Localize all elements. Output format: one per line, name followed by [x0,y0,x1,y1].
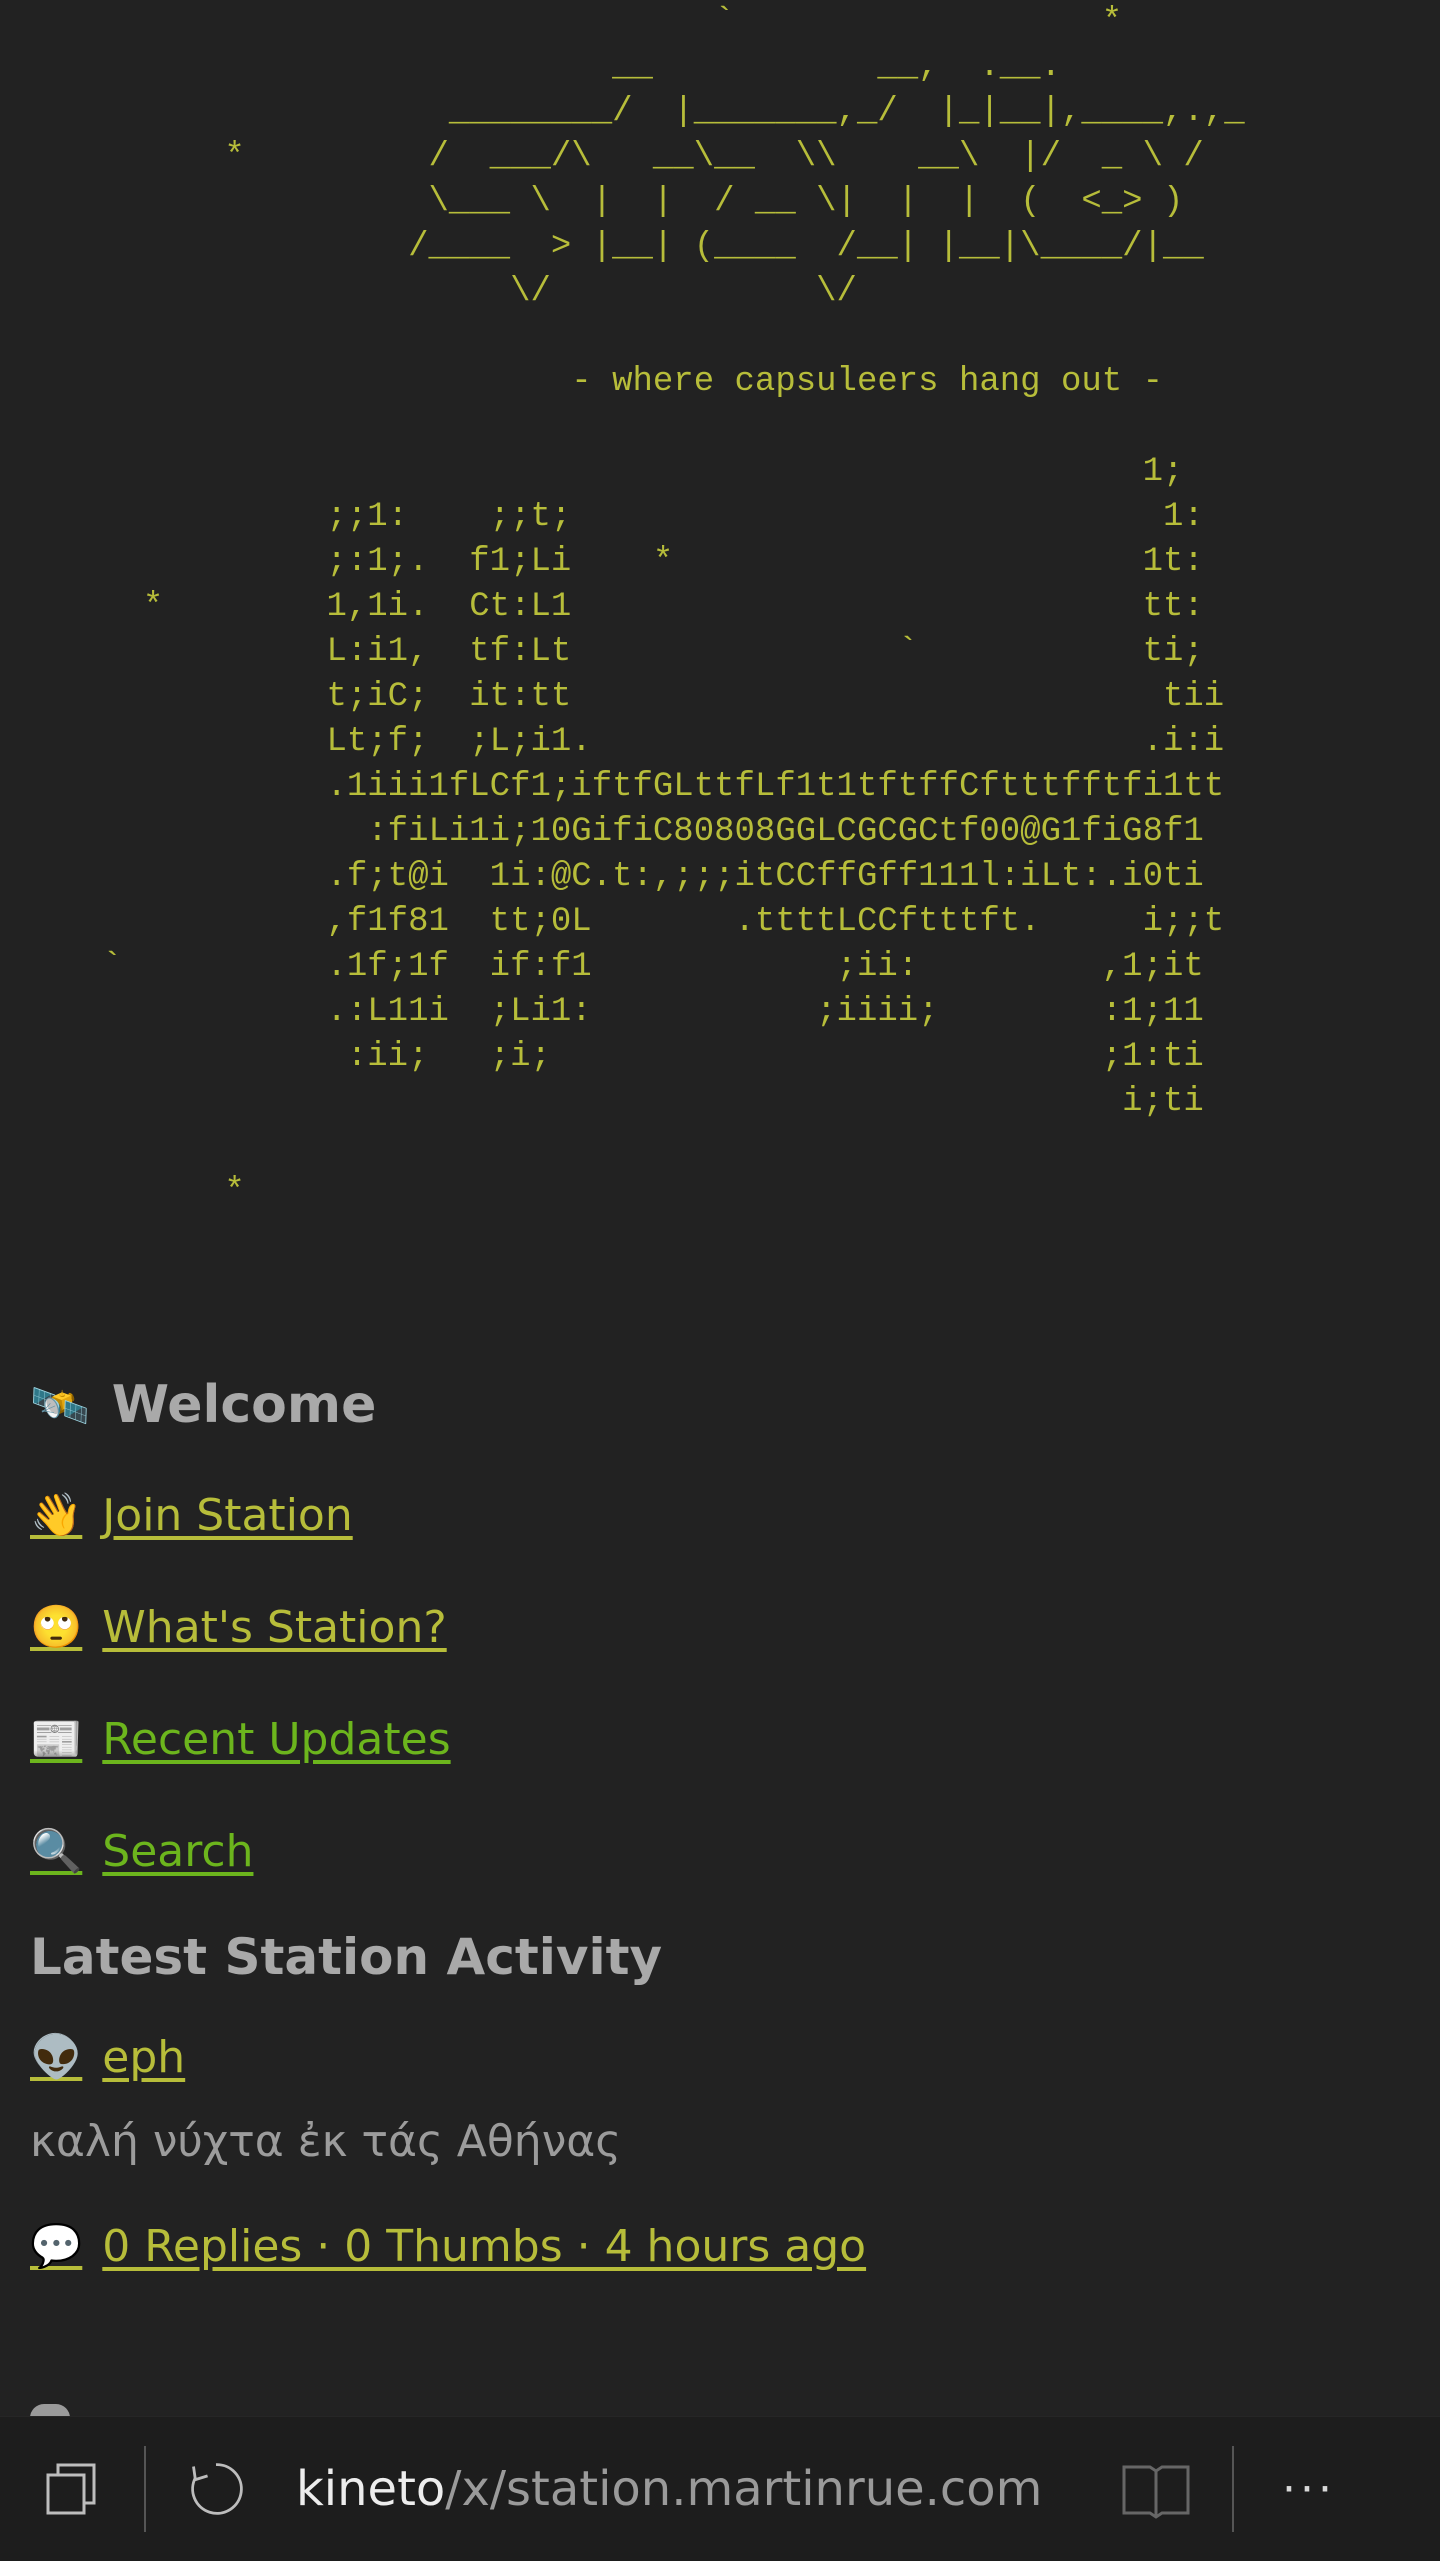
newspaper-icon: 📰 [30,1714,83,1763]
welcome-heading: 🛰️ Welcome [30,1360,1410,1450]
whats-station-label: What's Station? [102,1601,447,1653]
bar-divider-2 [1232,2446,1234,2532]
welcome-title: Welcome [111,1375,377,1435]
post-text: καλή νύχτα ἐκ τάς Αθήνας [30,2116,622,2167]
magnifying-glass-icon: 🔍 [30,1826,83,1875]
alien-icon: 👽 [30,2032,83,2081]
ascii-art-banner: ` * __ __, .__. ________/ |_______,_/ |_… [0,0,1440,1290]
rolling-eyes-face-icon: 🙄 [30,1602,83,1651]
post-meta: 0 Replies · 0 Thumbs · 4 hours ago [102,2220,867,2272]
reading-view-icon[interactable] [1116,2459,1196,2519]
activity-title: Latest Station Activity [30,1928,663,1986]
address-bar[interactable]: kineto/x/station.martinrue.com [296,2461,1116,2517]
join-station-label: Join Station [102,1489,353,1541]
join-station-link[interactable]: 👋 Join Station [30,1480,353,1550]
bar-divider [144,2446,146,2532]
recent-updates-link[interactable]: 📰 Recent Updates [30,1704,451,1774]
tabs-icon[interactable] [42,2459,102,2519]
main-content: 🛰️ Welcome 👋 Join Station 🙄 What's Stati… [30,1360,1410,2323]
url-host: kineto [296,2461,446,2517]
recent-updates-label: Recent Updates [102,1713,451,1765]
url-path: /x/station.martinrue.com [445,2461,1043,2517]
whats-station-link[interactable]: 🙄 What's Station? [30,1592,447,1662]
ascii-art-text: ` * __ __, .__. ________/ |_______,_/ |_… [102,3,1245,1211]
reload-icon[interactable] [186,2459,246,2519]
satellite-icon: 🛰️ [30,1377,90,1434]
post-meta-link[interactable]: 💬 0 Replies · 0 Thumbs · 4 hours ago [30,2211,866,2281]
more-icon[interactable]: ··· [1282,2464,1336,2515]
browser-bottom-bar: kineto/x/station.martinrue.com ··· [0,2416,1440,2561]
search-label: Search [102,1825,254,1877]
waving-hand-icon: 👋 [30,1490,83,1539]
search-link[interactable]: 🔍 Search [30,1816,253,1886]
post-author: eph [102,2031,186,2083]
speech-bubble-icon: 💬 [30,2221,83,2270]
post-author-link[interactable]: 👽 eph [30,2022,185,2092]
